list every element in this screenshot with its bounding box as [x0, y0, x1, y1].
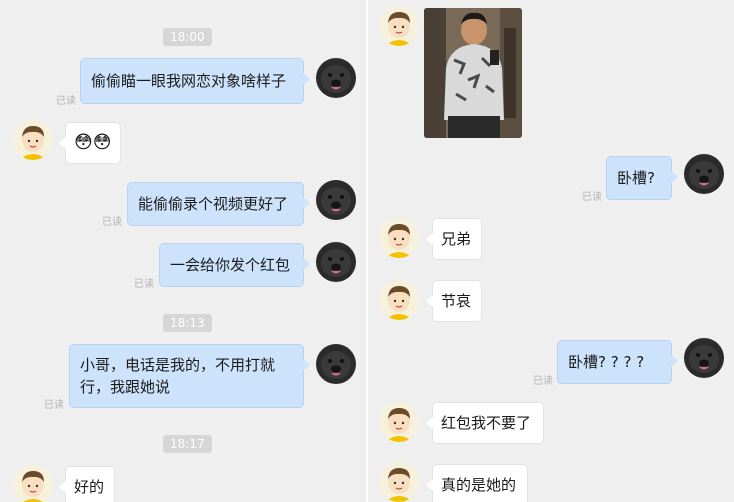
boy-avatar[interactable]	[379, 280, 419, 320]
message-text: 能偷偷录个视频更好了	[138, 195, 289, 213]
message-text: 兄弟	[441, 230, 472, 248]
message-text: 好的	[74, 478, 105, 496]
dog-avatar[interactable]	[316, 180, 356, 220]
video-frame-photo	[424, 8, 522, 138]
message-bubble-outgoing[interactable]: 小哥，电话是我的，不用打就 行，我跟她说	[69, 344, 310, 408]
dog-avatar[interactable]	[316, 58, 356, 98]
message-bubble-outgoing[interactable]: 卧槽?	[606, 156, 678, 200]
message-text-line: 小哥，电话是我的，不用打就	[80, 356, 276, 374]
timestamp: 18:00	[163, 28, 212, 46]
dog-face-icon	[321, 187, 351, 215]
message-bubble-incoming[interactable]: 兄弟	[426, 218, 482, 260]
message-bubble-incoming[interactable]: 节哀	[426, 280, 482, 322]
boy-avatar[interactable]	[379, 402, 419, 442]
chat-panel-right[interactable]: 已读 卧槽? 兄弟 节哀 已读 卧槽? ? ? ? 红包我不要了 真的是她的	[368, 0, 734, 502]
message-text: 卧槽?	[617, 169, 655, 187]
timestamp: 18:13	[163, 314, 212, 332]
boy-avatar[interactable]	[13, 465, 53, 502]
message-text-line: 行，我跟她说	[80, 378, 171, 396]
message-bubble-outgoing[interactable]: 一会给你发个红包	[159, 243, 310, 287]
boy-avatar[interactable]	[379, 6, 419, 46]
message-bubble-incoming[interactable]: 真的是她的	[426, 464, 528, 502]
message-text: 真的是她的	[441, 476, 517, 494]
boy-avatar[interactable]	[379, 462, 419, 502]
cartoon-boy-icon	[13, 120, 53, 160]
message-bubble-incoming[interactable]: 红包我不要了	[426, 402, 544, 444]
dog-face-icon	[321, 351, 351, 379]
cartoon-boy-icon	[379, 6, 419, 46]
message-text: 红包我不要了	[441, 414, 532, 432]
dog-avatar[interactable]	[684, 154, 724, 194]
dog-face-icon	[321, 249, 351, 277]
dog-avatar[interactable]	[316, 242, 356, 282]
dog-face-icon	[321, 65, 351, 93]
read-receipt: 已读	[582, 192, 602, 203]
message-text: 节哀	[441, 292, 472, 310]
dog-avatar[interactable]	[684, 338, 724, 378]
dog-face-icon	[689, 161, 719, 189]
chat-panel-left[interactable]: 18:00 已读 偷偷瞄一眼我网恋对象啥样子 😳😳 已读 能偷偷录个视频更好了	[0, 0, 366, 502]
message-bubble-outgoing[interactable]: 偷偷瞄一眼我网恋对象啥样子	[80, 58, 310, 104]
boy-avatar[interactable]	[13, 120, 53, 160]
video-thumbnail[interactable]	[424, 8, 522, 138]
cartoon-boy-icon	[379, 280, 419, 320]
message-text: 一会给你发个红包	[170, 256, 291, 274]
cartoon-boy-icon	[379, 402, 419, 442]
dog-face-icon	[689, 345, 719, 373]
boy-avatar[interactable]	[379, 218, 419, 258]
read-receipt: 已读	[56, 96, 76, 107]
message-bubble-outgoing[interactable]: 卧槽? ? ? ?	[557, 340, 678, 384]
message-text: 卧槽? ? ? ?	[568, 353, 645, 371]
message-bubble-outgoing[interactable]: 能偷偷录个视频更好了	[127, 182, 310, 226]
message-bubble-incoming[interactable]: 😳😳	[59, 122, 121, 164]
cartoon-boy-icon	[13, 465, 53, 502]
message-bubble-incoming[interactable]: 好的	[59, 466, 115, 502]
dog-avatar[interactable]	[316, 344, 356, 384]
read-receipt: 已读	[44, 400, 64, 411]
message-text: 偷偷瞄一眼我网恋对象啥样子	[91, 72, 287, 90]
read-receipt: 已读	[102, 217, 122, 228]
cartoon-boy-icon	[379, 462, 419, 502]
emoji-reply: 😳😳	[74, 132, 112, 153]
timestamp: 18:17	[163, 435, 212, 453]
read-receipt: 已读	[134, 279, 154, 290]
read-receipt: 已读	[533, 376, 553, 387]
cartoon-boy-icon	[379, 218, 419, 258]
